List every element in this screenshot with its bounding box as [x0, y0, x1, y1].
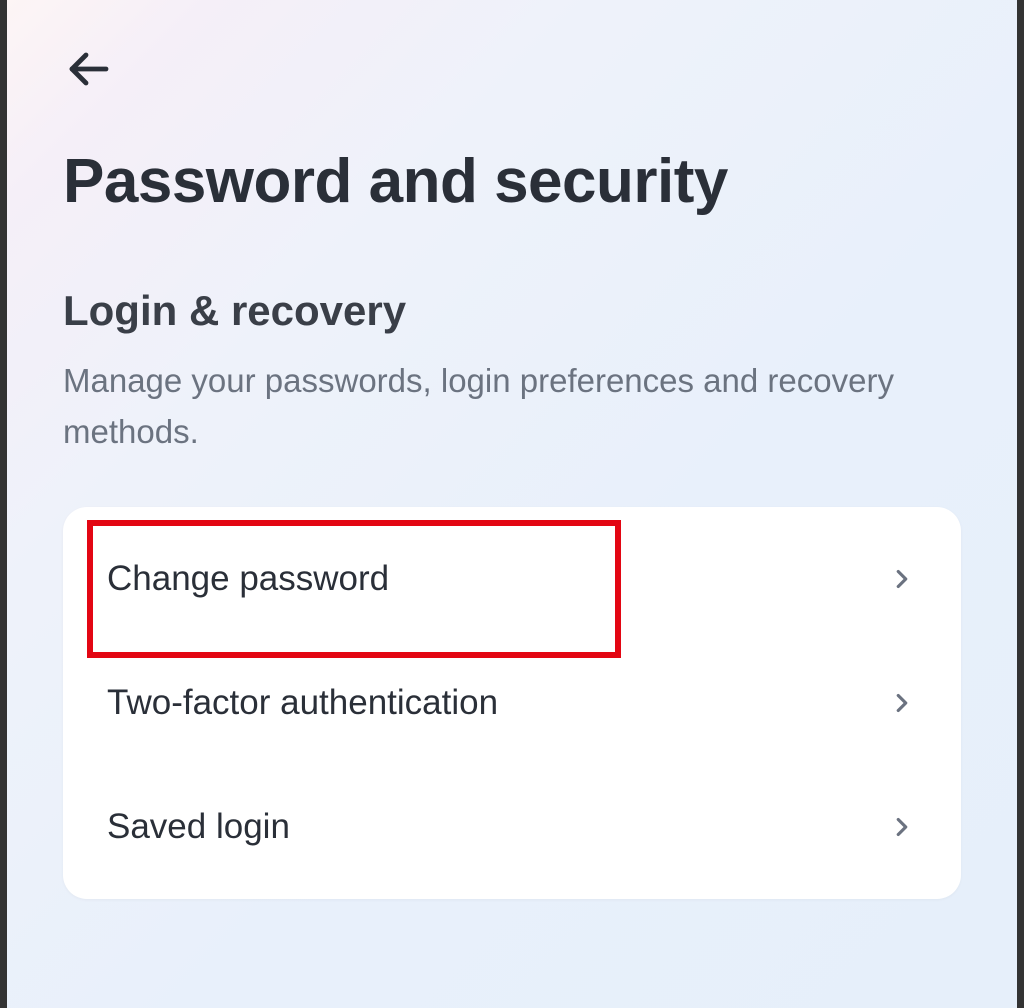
list-item-label: Change password [107, 559, 389, 599]
page-title: Password and security [63, 146, 961, 217]
section-description: Manage your passwords, login preferences… [63, 355, 961, 457]
list-item-label: Two-factor authentication [107, 683, 498, 723]
arrow-left-icon [64, 45, 112, 98]
list-item-two-factor[interactable]: Two-factor authentication [63, 641, 961, 765]
chevron-right-icon [887, 688, 917, 718]
chevron-right-icon [887, 812, 917, 842]
list-item-saved-login[interactable]: Saved login [63, 765, 961, 889]
settings-list: Change password Two-factor authenticatio… [63, 507, 961, 899]
back-button[interactable] [63, 46, 113, 96]
list-item-change-password[interactable]: Change password [63, 517, 961, 641]
settings-screen: Password and security Login & recovery M… [7, 0, 1017, 1008]
list-item-label: Saved login [107, 807, 290, 847]
section-title: Login & recovery [63, 287, 961, 335]
chevron-right-icon [887, 564, 917, 594]
